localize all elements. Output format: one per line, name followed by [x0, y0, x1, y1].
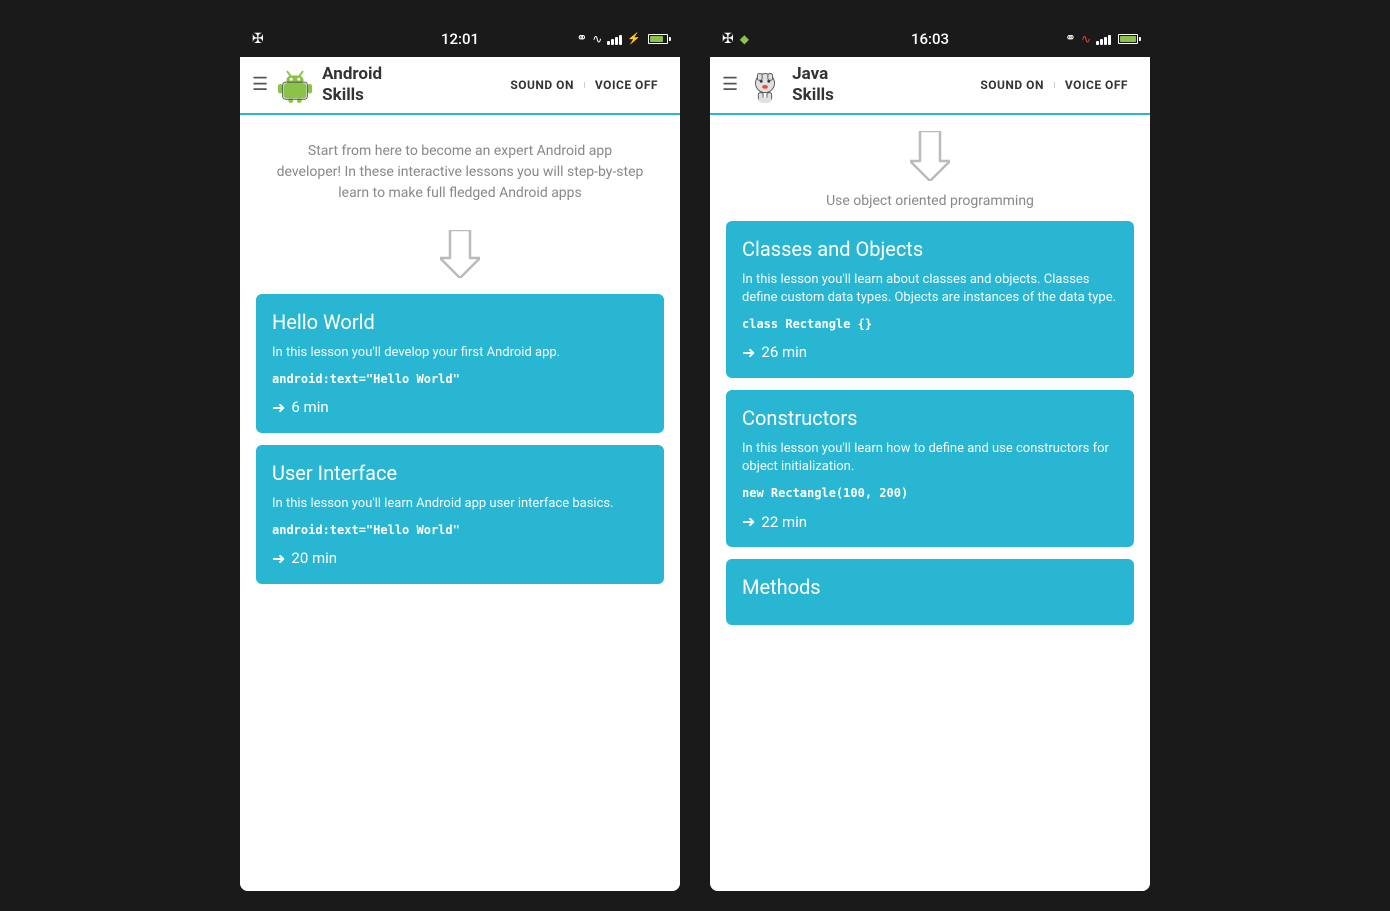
- content-white-2: Use object oriented programming Classes …: [710, 115, 1150, 891]
- lesson-cards-1: Hello World In this lesson you'll develo…: [256, 294, 664, 875]
- lesson-duration-1-2: ➜ 20 min: [272, 549, 648, 568]
- lesson-code-2-1: class Rectangle {}: [742, 317, 1118, 331]
- s-bar1: [1096, 41, 1099, 45]
- lesson-code-2-2: new Rectangle(100, 200): [742, 486, 1118, 500]
- lesson-card-methods[interactable]: Methods: [726, 559, 1134, 625]
- bluetooth-icon-2: ⚭: [1065, 31, 1076, 46]
- app-title-1: Android Skills: [322, 64, 500, 105]
- duration-arrow-icon-2-2: ➜: [742, 512, 755, 531]
- section-intro-2: Use object oriented programming: [726, 115, 1134, 221]
- time-2: 16:03: [911, 30, 949, 48]
- lesson-title-1-2: User Interface: [272, 461, 648, 485]
- usb-icon: ✠: [252, 31, 264, 47]
- menu-icon-1[interactable]: ☰: [252, 74, 268, 95]
- lesson-desc-2-2: In this lesson you'll learn how to defin…: [742, 440, 1118, 476]
- app-title-2: Java Skills: [792, 64, 970, 105]
- lesson-card-classes-objects[interactable]: Classes and Objects In this lesson you'l…: [726, 221, 1134, 378]
- battery-1: [648, 34, 668, 44]
- lesson-title-2-3: Methods: [742, 575, 1118, 599]
- lesson-title-2-1: Classes and Objects: [742, 237, 1118, 261]
- bluetooth-icon-1: ⚭: [576, 31, 587, 46]
- status-left-2: ✠ ◆: [722, 31, 749, 47]
- bar3: [615, 37, 618, 45]
- content-white-1: Start from here to become an expert Andr…: [240, 115, 680, 891]
- charging-icon-1: ⚡: [627, 32, 641, 45]
- lesson-code-1-1: android:text="Hello World": [272, 372, 648, 386]
- down-arrow-icon-1: [440, 230, 480, 278]
- duration-value-1-1: 6 min: [291, 398, 328, 416]
- package-icon: ◆: [740, 32, 749, 46]
- status-bar-1: ✠ 12:01 ⚭ ∿ ⚡: [240, 21, 680, 57]
- battery-2: [1118, 34, 1138, 44]
- lesson-code-1-2: android:text="Hello World": [272, 523, 648, 537]
- duration-value-2-2: 22 min: [761, 513, 807, 531]
- battery-fill-2: [1120, 36, 1136, 42]
- lesson-duration-1-1: ➜ 6 min: [272, 398, 648, 417]
- duration-value-2-1: 26 min: [761, 343, 807, 361]
- phone-1: ✠ 12:01 ⚭ ∿ ⚡ ☰: [240, 21, 680, 891]
- section-label-2: Use object oriented programming: [826, 193, 1034, 209]
- app-logo-2: [746, 66, 784, 104]
- signal-1: [607, 33, 622, 45]
- duration-arrow-icon-1-2: ➜: [272, 549, 285, 568]
- battery-fill-1: [650, 36, 663, 42]
- status-right-2: ⚭ ∿: [1065, 31, 1138, 46]
- lesson-desc-1-1: In this lesson you'll develop your first…: [272, 344, 648, 362]
- wifi-icon-1: ∿: [592, 32, 602, 46]
- lesson-duration-2-1: ➜ 26 min: [742, 343, 1118, 362]
- phones-container: ✠ 12:01 ⚭ ∿ ⚡ ☰: [240, 21, 1150, 891]
- intro-text-1: Start from here to become an expert Andr…: [256, 131, 664, 214]
- lesson-card-constructors[interactable]: Constructors In this lesson you'll learn…: [726, 390, 1134, 547]
- voice-btn-1[interactable]: VOICE OFF: [585, 72, 668, 98]
- sound-btn-1[interactable]: SOUND ON: [500, 72, 584, 98]
- s-bar3: [1104, 37, 1107, 45]
- lesson-title-2-2: Constructors: [742, 406, 1118, 430]
- app-logo-1: [276, 66, 314, 104]
- content-2: Use object oriented programming Classes …: [710, 115, 1150, 891]
- usb-icon-2: ✠: [722, 31, 734, 47]
- menu-icon-2[interactable]: ☰: [722, 74, 738, 95]
- lesson-card-user-interface[interactable]: User Interface In this lesson you'll lea…: [256, 445, 664, 584]
- bar1: [607, 41, 610, 45]
- lesson-duration-2-2: ➜ 22 min: [742, 512, 1118, 531]
- phone-2: ✠ ◆ 16:03 ⚭ ∿ ☰: [710, 21, 1150, 891]
- app-bar-1: ☰ Android S: [240, 57, 680, 115]
- lesson-cards-2: Classes and Objects In this lesson you'l…: [726, 221, 1134, 875]
- lesson-title-1-1: Hello World: [272, 310, 648, 334]
- arrow-down-1: [256, 230, 664, 278]
- app-actions-2: SOUND ON VOICE OFF: [970, 72, 1138, 98]
- signal-2: [1096, 33, 1111, 45]
- app-bar-2: ☰ Java Skills SOUND ON VOICE OFF: [710, 57, 1150, 115]
- wifi-icon-2: ∿: [1081, 32, 1091, 46]
- time-1: 12:01: [441, 30, 479, 48]
- s-bar2: [1100, 39, 1103, 45]
- s-bar4: [1108, 35, 1111, 45]
- lesson-desc-1-2: In this lesson you'll learn Android app …: [272, 495, 648, 513]
- duration-value-1-2: 20 min: [291, 549, 337, 567]
- lesson-desc-2-1: In this lesson you'll learn about classe…: [742, 271, 1118, 307]
- app-actions-1: SOUND ON VOICE OFF: [500, 72, 668, 98]
- down-arrow-icon-2: [910, 131, 950, 181]
- status-bar-2: ✠ ◆ 16:03 ⚭ ∿: [710, 21, 1150, 57]
- bar2: [611, 39, 614, 45]
- voice-btn-2[interactable]: VOICE OFF: [1055, 72, 1138, 98]
- duration-arrow-icon-1-1: ➜: [272, 398, 285, 417]
- status-right-1: ⚭ ∿ ⚡: [576, 31, 668, 46]
- status-left-1: ✠: [252, 31, 264, 47]
- bar4: [619, 35, 622, 45]
- duration-arrow-icon-2-1: ➜: [742, 343, 755, 362]
- content-1: Start from here to become an expert Andr…: [240, 115, 680, 891]
- lesson-card-hello-world[interactable]: Hello World In this lesson you'll develo…: [256, 294, 664, 433]
- sound-btn-2[interactable]: SOUND ON: [970, 72, 1054, 98]
